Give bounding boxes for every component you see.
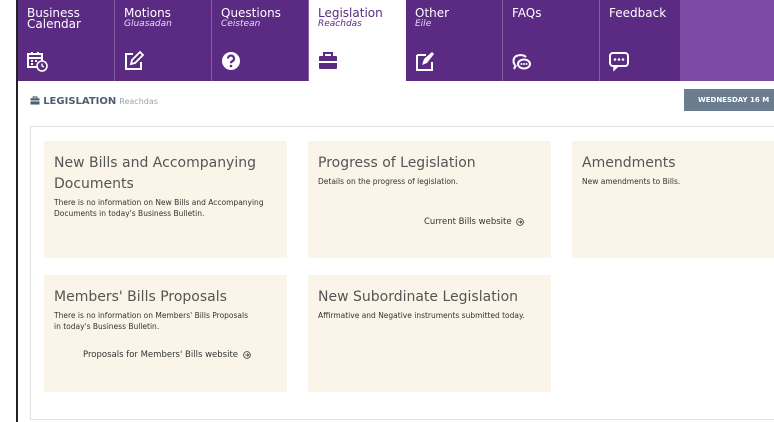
card-progress: Progress of Legislation Details on the p… — [308, 141, 551, 258]
card-subordinate: New Subordinate Legislation Affirmative … — [308, 275, 551, 392]
arrow-circle-icon — [242, 350, 251, 359]
arrow-circle-icon — [516, 217, 525, 226]
card-title: Progress of Legislation — [318, 155, 476, 171]
members-bills-link[interactable]: Proposals for Members' Bills website — [83, 350, 251, 360]
card-text: There is no information on New Bills and… — [54, 198, 264, 218]
card-title: Members' Bills Proposals — [54, 289, 227, 305]
tab-label-gaelic: Eile — [415, 19, 432, 29]
page-subtitle: Reachdas — [119, 97, 158, 106]
question-icon — [222, 52, 240, 70]
card-title: New Bills and Accompanying Documents — [54, 155, 256, 192]
tab-label-gaelic: Ceistean — [221, 19, 261, 29]
card-text: There is no information on Members' Bill… — [54, 311, 248, 331]
card-title: Amendments — [582, 155, 676, 171]
tab-faqs[interactable]: FAQs — [503, 0, 600, 81]
tab-label: Motions — [124, 6, 171, 20]
tab-label: Feedback — [609, 6, 667, 20]
chat-bubbles-icon — [512, 54, 531, 70]
tab-business-calendar[interactable]: Business Calendar — [18, 0, 115, 81]
calendar-clock-icon — [27, 52, 48, 72]
tab-label-gaelic: Reachdas — [318, 19, 362, 29]
current-bills-link[interactable]: Current Bills website — [424, 217, 525, 227]
tab-feedback[interactable]: Feedback — [600, 0, 680, 81]
card-new-bills: New Bills and Accompanying Documents The… — [44, 141, 287, 258]
link-label: Current Bills website — [424, 217, 512, 227]
edit-icon — [125, 50, 145, 70]
briefcase-icon — [319, 52, 337, 69]
card-text: New amendments to Bills. — [582, 177, 681, 186]
card-title: New Subordinate Legislation — [318, 289, 519, 305]
date-badge: WEDNESDAY 16 M — [684, 89, 774, 111]
briefcase-icon — [30, 96, 40, 105]
page-title-text: LEGISLATION — [43, 96, 117, 107]
page-title: LEGISLATION Reachdas — [30, 96, 158, 107]
link-label: Proposals for Members' Bills website — [83, 350, 239, 360]
tab-other[interactable]: Other Eile — [406, 0, 503, 81]
nav-empty-area — [680, 0, 774, 81]
tab-legislation[interactable]: Legislation Reachdas — [309, 0, 406, 81]
left-sidebar-edge — [0, 0, 18, 422]
tab-label: Business Calendar — [27, 6, 81, 31]
tab-label: Legislation — [318, 6, 383, 20]
main-navigation: Business Calendar Motions Gluasadan Ques… — [18, 0, 774, 81]
card-members-bills: Members' Bills Proposals There is no inf… — [44, 275, 287, 392]
tab-label: Other — [415, 6, 450, 20]
tab-motions[interactable]: Motions Gluasadan — [115, 0, 212, 81]
card-text: Affirmative and Negative instruments sub… — [318, 311, 525, 320]
content-panel: New Bills and Accompanying Documents The… — [30, 126, 774, 420]
note-pen-icon — [416, 52, 434, 71]
message-dots-icon — [609, 52, 629, 72]
tab-label: Questions — [221, 6, 281, 20]
tab-label: FAQs — [512, 6, 542, 20]
tab-label-gaelic: Gluasadan — [124, 19, 172, 29]
card-text: Details on the progress of legislation. — [318, 177, 459, 186]
tab-questions[interactable]: Questions Ceistean — [212, 0, 309, 81]
card-amendments: Amendments New amendments to Bills. — [572, 141, 774, 258]
